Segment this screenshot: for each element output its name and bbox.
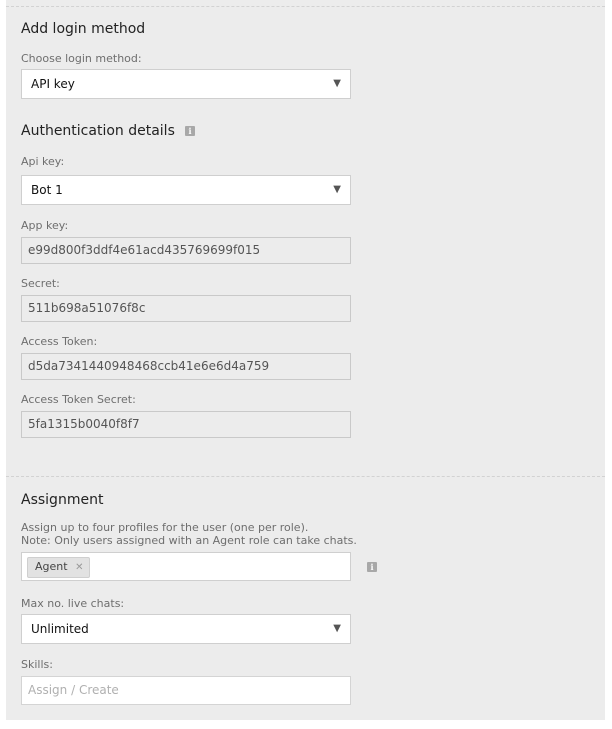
api-key-value: Bot 1 (31, 183, 63, 197)
app-key-field[interactable]: e99d800f3ddf4e61acd435769699f015 (21, 237, 351, 264)
section-divider (6, 476, 605, 477)
profile-tag-label: Agent (35, 560, 68, 573)
assignment-help-line1: Assign up to four profiles for the user … (21, 521, 309, 534)
top-divider (6, 6, 605, 7)
skills-input[interactable]: Assign / Create (21, 676, 351, 705)
login-method-select[interactable]: API key ▼ (21, 69, 351, 99)
secret-field[interactable]: 511b698a51076f8c (21, 295, 351, 322)
max-chats-value: Unlimited (31, 622, 89, 636)
max-chats-label: Max no. live chats: (21, 597, 125, 610)
auth-section-title: Authentication details (21, 123, 175, 139)
app-key-label: App key: (21, 219, 69, 232)
access-token-field[interactable]: d5da7341440948468ccb41e6e6d4a759 (21, 353, 351, 380)
choose-login-method-label: Choose login method: (21, 52, 142, 65)
info-icon[interactable]: i (367, 562, 377, 572)
chevron-down-icon: ▼ (333, 184, 341, 195)
profiles-input[interactable]: Agent ✕ (21, 552, 351, 581)
api-key-label: Api key: (21, 155, 65, 168)
close-icon[interactable]: ✕ (75, 562, 83, 573)
assignment-section-title: Assignment (21, 492, 104, 508)
access-token-secret-field[interactable]: 5fa1315b0040f8f7 (21, 411, 351, 438)
access-token-label: Access Token: (21, 335, 98, 348)
skills-label: Skills: (21, 658, 53, 671)
assignment-help-line2: Note: Only users assigned with an Agent … (21, 534, 357, 547)
chevron-down-icon: ▼ (333, 623, 341, 634)
chevron-down-icon: ▼ (333, 78, 341, 89)
api-key-select[interactable]: Bot 1 ▼ (21, 175, 351, 205)
info-icon[interactable]: i (185, 126, 195, 136)
access-token-secret-label: Access Token Secret: (21, 393, 136, 406)
max-chats-select[interactable]: Unlimited ▼ (21, 614, 351, 644)
profile-tag: Agent ✕ (27, 557, 91, 578)
secret-label: Secret: (21, 277, 60, 290)
login-method-value: API key (31, 77, 75, 91)
login-section-title: Add login method (21, 21, 146, 37)
